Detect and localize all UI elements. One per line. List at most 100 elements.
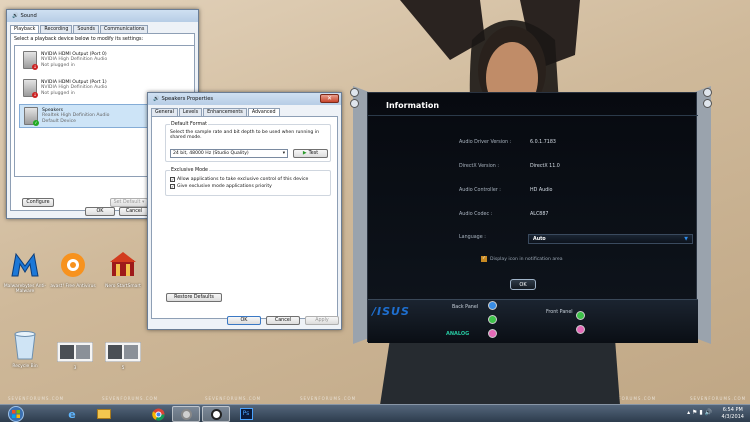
media-icon — [180, 408, 192, 420]
ok-button[interactable]: OK — [227, 316, 261, 325]
cancel-button[interactable]: Cancel — [119, 207, 149, 216]
jack-pink-icon[interactable] — [576, 325, 585, 334]
asus-ok-button[interactable]: OK — [510, 279, 536, 290]
image-thumbnail-icon — [104, 341, 142, 363]
clock-date: 4/3/2014 — [721, 414, 744, 420]
taskbar-chrome[interactable] — [144, 406, 172, 422]
image-thumbnail-icon — [56, 341, 94, 363]
back-panel-label: Back Panel — [452, 305, 479, 310]
directx-value: DirectX 11.0 — [530, 164, 560, 169]
cancel-button[interactable]: Cancel — [266, 316, 300, 325]
clock-time: 6:54 PM — [722, 407, 743, 413]
language-select[interactable]: Auto ▼ — [528, 234, 693, 244]
sound-title: Sound — [20, 13, 37, 19]
tab-playback[interactable]: Playback — [10, 25, 40, 33]
codec-label: Audio Codec : — [459, 212, 493, 217]
tray-icons[interactable]: ▴ ⚑ ▮ 🔊 — [687, 409, 712, 416]
desktop-icon-malwarebytes[interactable]: Malwarebytes Anti-Malware — [0, 250, 50, 294]
tab-levels[interactable]: Levels — [178, 108, 203, 116]
speaker-icon: 🔊 — [153, 96, 160, 102]
asus-audio-panel: Information Audio Driver Version : 6.0.1… — [347, 86, 717, 344]
watermark: SEVENFORUMS.COM — [8, 396, 65, 401]
recycle-bin-icon — [14, 331, 36, 360]
speakers-properties-dialog: 🔊 Speakers Properties ✕ General Levels E… — [147, 92, 342, 330]
default-check-icon: ✓ — [33, 120, 39, 126]
jack-blue-icon[interactable] — [488, 301, 497, 310]
asus-window: Information Audio Driver Version : 6.0.1… — [367, 92, 698, 343]
explorer-icon — [97, 409, 111, 419]
desktop-icon-recycle-bin[interactable]: Recycle Bin — [0, 328, 50, 369]
speakers-titlebar[interactable]: 🔊 Speakers Properties — [148, 93, 341, 105]
language-label: Language : — [459, 235, 486, 240]
asus-title: Information — [386, 101, 440, 110]
desktop-icon-image-3[interactable]: 3 — [50, 341, 100, 371]
ie-icon: e — [68, 407, 76, 421]
analog-label: ANALOG — [446, 331, 470, 337]
jack-green-icon[interactable] — [488, 315, 497, 324]
tab-general[interactable]: General — [151, 108, 178, 116]
device-item[interactable]: ↓ NVIDIA HDMI Output (Port 0) NVIDIA High… — [19, 48, 197, 72]
start-button[interactable] — [2, 406, 30, 422]
watermark: SEVENFORUMS.COM — [102, 396, 159, 401]
tab-communications[interactable]: Communications — [100, 25, 149, 33]
chevron-down-icon: ▼ — [684, 236, 688, 242]
format-select[interactable]: 24 bit, 48000 Hz (Studio Quality) ▾ — [170, 149, 288, 158]
asus-side-button[interactable] — [703, 99, 712, 108]
jack-green-icon[interactable] — [576, 311, 585, 320]
watermark: SEVENFORUMS.COM — [690, 396, 747, 401]
jack-pink-icon[interactable] — [488, 329, 497, 338]
playback-instruction: Select a playback device below to modify… — [14, 37, 144, 42]
codec-value: ALC887 — [530, 212, 549, 217]
ok-button[interactable]: OK — [85, 207, 115, 216]
taskbar-ie[interactable]: e — [58, 406, 86, 422]
watermark: SEVENFORUMS.COM — [300, 396, 357, 401]
desktop: SEVENFORUMS.COM SEVENFORUMS.COM SEVENFOR… — [0, 0, 750, 422]
checkmark-icon: ✓ — [170, 184, 175, 189]
taskbar-app[interactable] — [202, 406, 230, 422]
default-format-legend: Default Format — [170, 122, 208, 127]
apply-button[interactable]: Apply — [305, 316, 339, 325]
exclusive-mode-legend: Exclusive Mode — [170, 168, 210, 173]
default-format-group: Default Format Select the sample rate an… — [165, 122, 331, 162]
configure-button[interactable]: Configure — [22, 198, 54, 207]
driver-version-label: Audio Driver Version : — [459, 140, 512, 145]
tab-advanced[interactable]: Advanced — [247, 108, 280, 116]
nero-icon — [110, 252, 136, 276]
desktop-icon-image-5[interactable]: 5 — [98, 341, 148, 371]
exclusive-priority-checkbox[interactable]: ✓ Give exclusive mode applications priori… — [170, 184, 308, 189]
display-icon-checkbox[interactable]: ✓ Display icon in notification area — [481, 256, 563, 262]
taskbar-explorer[interactable] — [90, 406, 118, 422]
chrome-icon — [151, 408, 164, 421]
hdmi-device-icon: ↓ — [23, 51, 38, 70]
taskbar-media[interactable] — [172, 406, 200, 422]
unplugged-icon: ↓ — [32, 92, 38, 98]
tab-recording[interactable]: Recording — [40, 25, 73, 33]
advanced-panel: Default Format Select the sample rate an… — [151, 116, 338, 319]
asus-side-button[interactable] — [350, 88, 359, 97]
app-icon — [210, 408, 222, 420]
asus-side-button[interactable] — [350, 99, 359, 108]
tab-enhancements[interactable]: Enhancements — [203, 108, 247, 116]
taskbar-photoshop[interactable]: Ps — [232, 406, 260, 422]
default-format-text: Select the sample rate and bit depth to … — [170, 130, 319, 141]
asus-side-button[interactable] — [703, 88, 712, 97]
tab-sounds[interactable]: Sounds — [73, 25, 100, 33]
allow-exclusive-checkbox[interactable]: ✓ Allow applications to take exclusive co… — [170, 177, 308, 182]
restore-defaults-button[interactable]: Restore Defaults — [166, 293, 222, 302]
watermark: SEVENFORUMS.COM — [205, 396, 262, 401]
sound-titlebar[interactable]: 🔊 Sound — [7, 10, 198, 22]
malwarebytes-icon — [11, 252, 39, 277]
test-button[interactable]: ▶ Test — [293, 149, 328, 158]
close-button[interactable]: ✕ — [320, 94, 339, 103]
set-default-button[interactable]: Set Default ▾ — [110, 198, 148, 207]
clock[interactable]: 6:54 PM 4/3/2014 — [722, 407, 744, 421]
speaker-icon: 🔊 — [12, 13, 19, 19]
asus-jack-panel: /ISUS Back Panel Front Panel ANALOG — [368, 299, 698, 343]
controller-value: HD Audio — [530, 188, 553, 193]
avast-icon — [61, 253, 85, 277]
desktop-icon-nero[interactable]: Nero StartSmart — [98, 250, 148, 289]
close-icon: ✕ — [326, 95, 333, 102]
desktop-icon-avast[interactable]: avast! Free Antivirus — [48, 250, 98, 289]
directx-label: DirectX Version : — [459, 164, 499, 169]
front-panel-label: Front Panel — [546, 310, 573, 315]
